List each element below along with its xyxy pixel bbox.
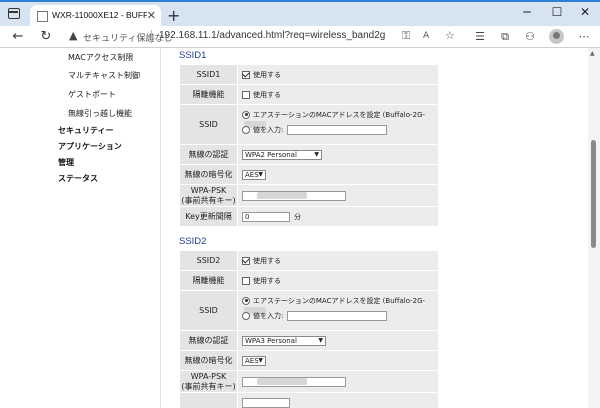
ssid1-form: SSID1 使用する 隔離機能 使用する SSID エアステーションのMACアド… bbox=[179, 64, 439, 227]
ssid2-custom-input[interactable] bbox=[287, 310, 388, 321]
address-bar[interactable]: ▲ セキュリティ保護なし 192.168.11.1/advanced.html?… bbox=[67, 28, 463, 46]
ssid1-mac-radio[interactable] bbox=[242, 110, 250, 119]
sidebar-item-mac-access[interactable]: MACアクセス制限 bbox=[68, 52, 133, 63]
page-content: MACアクセス制限 マルチキャスト制御 ゲストポート 無線引っ越し機能 セキュリ… bbox=[0, 48, 600, 408]
ssid1-key-interval-input[interactable]: 0 bbox=[242, 211, 290, 222]
ssid1-key-unit: 分 bbox=[294, 212, 301, 221]
ssid2-auth-label: 無線の認証 bbox=[179, 330, 238, 351]
ssid2-auth-select[interactable]: WPA3 Personal ▼ bbox=[242, 335, 326, 346]
ssid2-label: SSID2 bbox=[179, 250, 238, 271]
ssid2-key-interval-label bbox=[179, 392, 238, 408]
ssid2-enc-select[interactable]: AES ▼ bbox=[242, 355, 266, 366]
title-bar: WXR-11000XE12 - BUFFALO AirStation ✕ + ─… bbox=[0, 0, 600, 28]
ssid2-mac-option: エアステーションのMACアドレスを設定 (Buffalo-2G- bbox=[253, 296, 426, 305]
browser-toolbar: ← ↻ ▲ セキュリティ保護なし 192.168.11.1/advanced.h… bbox=[0, 26, 600, 48]
sidebar-item-security[interactable]: セキュリティー bbox=[58, 125, 114, 136]
ssid1-label: SSID1 bbox=[179, 64, 238, 85]
url-separator bbox=[151, 30, 152, 43]
ssid1-ssid-field-label: SSID bbox=[179, 104, 238, 145]
extensions-icon[interactable]: ⚇ bbox=[522, 30, 538, 43]
sidebar-item-application[interactable]: アプリケーション bbox=[58, 141, 122, 152]
ssid1-custom-input[interactable] bbox=[287, 124, 388, 135]
new-tab-button[interactable]: + bbox=[167, 6, 180, 25]
back-button[interactable]: ← bbox=[9, 29, 27, 45]
ssid1-enc-label: 無線の暗号化 bbox=[179, 164, 238, 185]
ssid1-use-checkbox[interactable] bbox=[242, 70, 250, 79]
collections-icon[interactable]: ⧉ bbox=[497, 30, 513, 44]
ssid1-isolation-checkbox[interactable] bbox=[242, 90, 250, 99]
ssid1-auth-select[interactable]: WPA2 Personal ▼ bbox=[242, 149, 322, 160]
ssid1-isolation-label: 隔離機能 bbox=[179, 84, 238, 105]
tab-title: WXR-11000XE12 - BUFFALO AirStation bbox=[52, 10, 147, 20]
ssid1-isolation-use-label: 使用する bbox=[253, 90, 281, 99]
key-icon[interactable]: ⚿ bbox=[402, 29, 410, 43]
tab-close-icon[interactable]: ✕ bbox=[147, 9, 156, 22]
main-panel: SSID1 SSID1 使用する 隔離機能 使用する SSID エアステーション… bbox=[160, 48, 570, 408]
browser-tab[interactable]: WXR-11000XE12 - BUFFALO AirStation ✕ bbox=[30, 5, 161, 28]
warning-icon[interactable]: ▲ bbox=[69, 29, 77, 42]
page-scrollbar[interactable]: ▲ bbox=[588, 48, 600, 408]
ssid2-ssid-field-label: SSID bbox=[179, 290, 238, 331]
ssid2-psk-input[interactable] bbox=[242, 376, 346, 387]
ssid1-use-label: 使用する bbox=[253, 70, 281, 79]
profile-avatar[interactable] bbox=[549, 29, 564, 44]
minimize-button[interactable]: ─ bbox=[512, 5, 542, 19]
ssid2-key-interval-input[interactable] bbox=[242, 397, 290, 408]
ssid1-psk-input[interactable] bbox=[242, 190, 346, 201]
ssid1-auth-label: 無線の認証 bbox=[179, 144, 238, 165]
more-menu-icon[interactable]: ⋯ bbox=[576, 30, 592, 43]
ssid2-enc-label: 無線の暗号化 bbox=[179, 350, 238, 371]
favicon-icon bbox=[37, 11, 48, 22]
url-text[interactable]: 192.168.11.1/advanced.html?req=wireless_… bbox=[159, 30, 385, 41]
ssid1-mac-option: エアステーションのMACアドレスを設定 (Buffalo-2G- bbox=[253, 110, 426, 119]
ssid1-enc-select[interactable]: AES ▼ bbox=[242, 169, 266, 180]
sidebar-item-admin[interactable]: 管理 bbox=[58, 157, 74, 168]
sidebar-item-wireless-migration[interactable]: 無線引っ越し機能 bbox=[68, 108, 132, 119]
close-window-button[interactable]: ✕ bbox=[570, 5, 600, 19]
sidebar: MACアクセス制限 マルチキャスト制御 ゲストポート 無線引っ越し機能 セキュリ… bbox=[0, 48, 160, 408]
ssid1-section-title: SSID1 bbox=[179, 50, 207, 61]
sidebar-item-status[interactable]: ステータス bbox=[58, 173, 98, 184]
ssid2-isolation-use-label: 使用する bbox=[253, 276, 281, 285]
ssid2-custom-radio[interactable] bbox=[242, 311, 250, 320]
ssid2-custom-option: 値を入力: bbox=[253, 311, 284, 320]
tab-actions-icon[interactable] bbox=[8, 8, 20, 19]
ssid2-psk-label: WPA-PSK (事前共有キー) bbox=[179, 370, 238, 393]
scroll-thumb[interactable] bbox=[591, 140, 596, 248]
ssid2-isolation-checkbox[interactable] bbox=[242, 276, 250, 285]
ssid1-key-interval-label: Key更新間隔 bbox=[179, 206, 238, 227]
ssid2-use-checkbox[interactable] bbox=[242, 256, 250, 265]
ssid1-custom-option: 値を入力: bbox=[253, 125, 284, 134]
maximize-button[interactable]: ☐ bbox=[542, 5, 572, 19]
ssid2-use-label: 使用する bbox=[253, 256, 281, 265]
ssid1-custom-radio[interactable] bbox=[242, 125, 250, 134]
favorite-star-icon[interactable]: ☆ bbox=[445, 29, 455, 42]
ssid2-mac-radio[interactable] bbox=[242, 296, 250, 305]
ssid2-section-title: SSID2 bbox=[179, 236, 207, 247]
read-aloud-icon[interactable]: A bbox=[423, 31, 429, 41]
sidebar-item-multicast[interactable]: マルチキャスト制御 bbox=[68, 70, 140, 81]
ssid1-psk-label: WPA-PSK (事前共有キー) bbox=[179, 184, 238, 207]
ssid2-form: SSID2 使用する 隔離機能 使用する SSID エアステーションのMACアド… bbox=[179, 250, 439, 408]
reload-button[interactable]: ↻ bbox=[37, 29, 55, 45]
scroll-up-icon[interactable]: ▲ bbox=[590, 50, 595, 57]
favorites-icon[interactable]: ☰ bbox=[472, 30, 488, 43]
ssid2-isolation-label: 隔離機能 bbox=[179, 270, 238, 291]
sidebar-item-guest-port[interactable]: ゲストポート bbox=[68, 89, 116, 100]
